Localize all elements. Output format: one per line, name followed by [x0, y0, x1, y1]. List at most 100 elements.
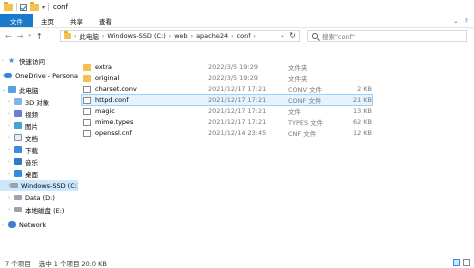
sidebar-item-3d-objects[interactable]: › 3D 对象: [0, 96, 78, 107]
forward-arrow-icon[interactable]: →: [17, 32, 24, 41]
sidebar-item-label: 下载: [25, 146, 38, 155]
chevron-right-icon[interactable]: ›: [191, 33, 193, 40]
picture-icon: [14, 122, 22, 129]
file-type: 文件夹: [288, 64, 308, 72]
sidebar-item-label: 快速访问: [19, 57, 45, 66]
cube-icon: [14, 98, 22, 105]
list-item[interactable]: charset.conv 2021/12/17 17:21 CONV 文件 2 …: [82, 84, 372, 94]
chevron-right-icon[interactable]: ›: [169, 33, 171, 40]
up-arrow-icon[interactable]: ↑: [36, 32, 43, 41]
computer-icon: [8, 86, 16, 93]
sidebar-item-drive-c[interactable]: › Windows-SSD (C:): [0, 180, 78, 191]
sidebar-item-documents[interactable]: › 文档: [0, 132, 78, 143]
sidebar-item-label: OneDrive - Persona: [15, 71, 78, 80]
file-name: extra: [95, 63, 112, 71]
file-size: 21 KB: [352, 96, 372, 104]
cloud-icon: [4, 73, 13, 78]
file-type: 文件: [288, 108, 301, 116]
navigation-pane: › ★ 快速访问 › OneDrive - Persona ⌄ 此电脑 › 3D…: [0, 50, 78, 255]
address-bar[interactable]: › 此电脑 › Windows-SSD (C:) › web › apache2…: [60, 30, 300, 42]
sidebar-item-label: 音乐: [25, 158, 38, 167]
breadcrumb-conf[interactable]: conf: [237, 32, 251, 40]
list-item[interactable]: openssl.cnf 2021/12/14 23:45 CNF 文件 12 K…: [82, 128, 372, 138]
desktop-icon: [14, 170, 22, 177]
sidebar-item-videos[interactable]: › 视频: [0, 108, 78, 119]
properties-icon[interactable]: [20, 3, 27, 11]
divider: [16, 3, 17, 11]
list-item[interactable]: extra 2022/3/5 19:29 文件夹: [82, 62, 372, 72]
breadcrumb-this-pc[interactable]: 此电脑: [79, 31, 99, 41]
large-icons-view-icon[interactable]: [463, 259, 470, 266]
divider: [48, 3, 50, 11]
file-size: 2 KB: [357, 85, 372, 93]
chevron-right-icon[interactable]: ›: [231, 33, 233, 40]
chevron-down-icon[interactable]: ▾: [42, 4, 45, 11]
sidebar-item-pictures[interactable]: › 图片: [0, 120, 78, 131]
chevron-right-icon[interactable]: ›: [102, 33, 104, 40]
file-size: 12 KB: [352, 129, 372, 137]
chevron-right-icon[interactable]: ›: [254, 33, 256, 40]
file-icon: [83, 129, 91, 137]
file-size: 13 KB: [352, 107, 372, 115]
folder-icon: [83, 74, 91, 82]
ribbon: 文件 主页 共享 查看 ⌄ ?: [0, 14, 474, 28]
chevron-down-icon[interactable]: ⌄: [280, 32, 285, 39]
file-date: 2022/3/5 19:29: [208, 74, 258, 82]
file-name: openssl.cnf: [95, 129, 132, 137]
breadcrumb-web[interactable]: web: [174, 32, 187, 40]
sidebar-item-drive-d[interactable]: › Data (D:): [0, 192, 78, 203]
back-arrow-icon[interactable]: ←: [5, 32, 12, 41]
view-switcher: [453, 259, 470, 266]
drive-icon: [14, 195, 22, 200]
file-size: 62 KB: [352, 118, 372, 126]
file-name: magic: [95, 107, 115, 115]
file-type: CNF 文件: [288, 130, 317, 138]
status-bar: 7 个项目 选中 1 个项目 20.0 KB: [5, 258, 107, 268]
sidebar-item-downloads[interactable]: › 下载: [0, 144, 78, 155]
breadcrumb-drive[interactable]: Windows-SSD (C:): [107, 32, 165, 40]
help-icon[interactable]: ?: [465, 17, 468, 25]
sidebar-item-desktop[interactable]: › 桌面: [0, 168, 78, 179]
sidebar-item-music[interactable]: › 音乐: [0, 156, 78, 167]
tab-share[interactable]: 共享: [62, 14, 91, 27]
sidebar-item-drive-e[interactable]: › 本地磁盘 (E:): [0, 204, 78, 215]
refresh-icon[interactable]: ↻: [289, 31, 296, 40]
list-item[interactable]: httpd.conf 2021/12/17 17:21 CONF 文件 21 K…: [81, 94, 373, 106]
file-name: mime.types: [95, 118, 134, 126]
file-icon: [83, 85, 91, 93]
sidebar-item-label: 桌面: [25, 170, 38, 179]
network-icon: [8, 221, 16, 228]
folder-icon: [64, 31, 71, 39]
list-item[interactable]: original 2022/3/5 19:29 文件夹: [82, 73, 372, 83]
search-icon: [312, 33, 318, 39]
sidebar-item-label: 此电脑: [19, 86, 39, 95]
file-date: 2021/12/17 17:21: [208, 96, 267, 104]
tab-file[interactable]: 文件: [0, 14, 33, 27]
breadcrumb-apache24[interactable]: apache24: [196, 32, 228, 40]
selection-info: 选中 1 个项目 20.0 KB: [38, 260, 107, 268]
expand-ribbon-icon[interactable]: ⌄: [453, 17, 458, 25]
list-item[interactable]: magic 2021/12/17 17:21 文件 13 KB: [82, 106, 372, 116]
sidebar-item-label: Windows-SSD (C:): [21, 181, 78, 190]
search-placeholder: 搜索"conf": [322, 33, 355, 41]
details-view-icon[interactable]: [453, 259, 460, 266]
sidebar-item-quick-access[interactable]: › ★ 快速访问: [0, 55, 78, 66]
new-folder-icon[interactable]: [30, 1, 39, 11]
file-date: 2022/3/5 19:29: [208, 63, 258, 71]
file-icon: [83, 107, 91, 115]
quick-access-toolbar: ▾: [0, 1, 50, 11]
tab-home[interactable]: 主页: [33, 14, 62, 27]
recent-locations-icon[interactable]: ▾: [28, 33, 31, 39]
list-item[interactable]: mime.types 2021/12/17 17:21 TYPES 文件 62 …: [82, 117, 372, 127]
search-box[interactable]: 搜索"conf": [307, 30, 467, 42]
item-count: 7 个项目: [5, 260, 31, 268]
chevron-right-icon[interactable]: ›: [74, 33, 76, 40]
file-date: 2021/12/17 17:21: [208, 85, 267, 93]
sidebar-item-label: 图片: [25, 122, 38, 131]
file-type: CONF 文件: [288, 97, 322, 105]
tab-view[interactable]: 查看: [91, 14, 120, 27]
sidebar-item-network[interactable]: › Network: [0, 219, 78, 230]
sidebar-item-onedrive[interactable]: › OneDrive - Persona: [0, 70, 78, 81]
sidebar-item-this-pc[interactable]: ⌄ 此电脑: [0, 84, 78, 95]
file-name: httpd.conf: [95, 96, 129, 104]
